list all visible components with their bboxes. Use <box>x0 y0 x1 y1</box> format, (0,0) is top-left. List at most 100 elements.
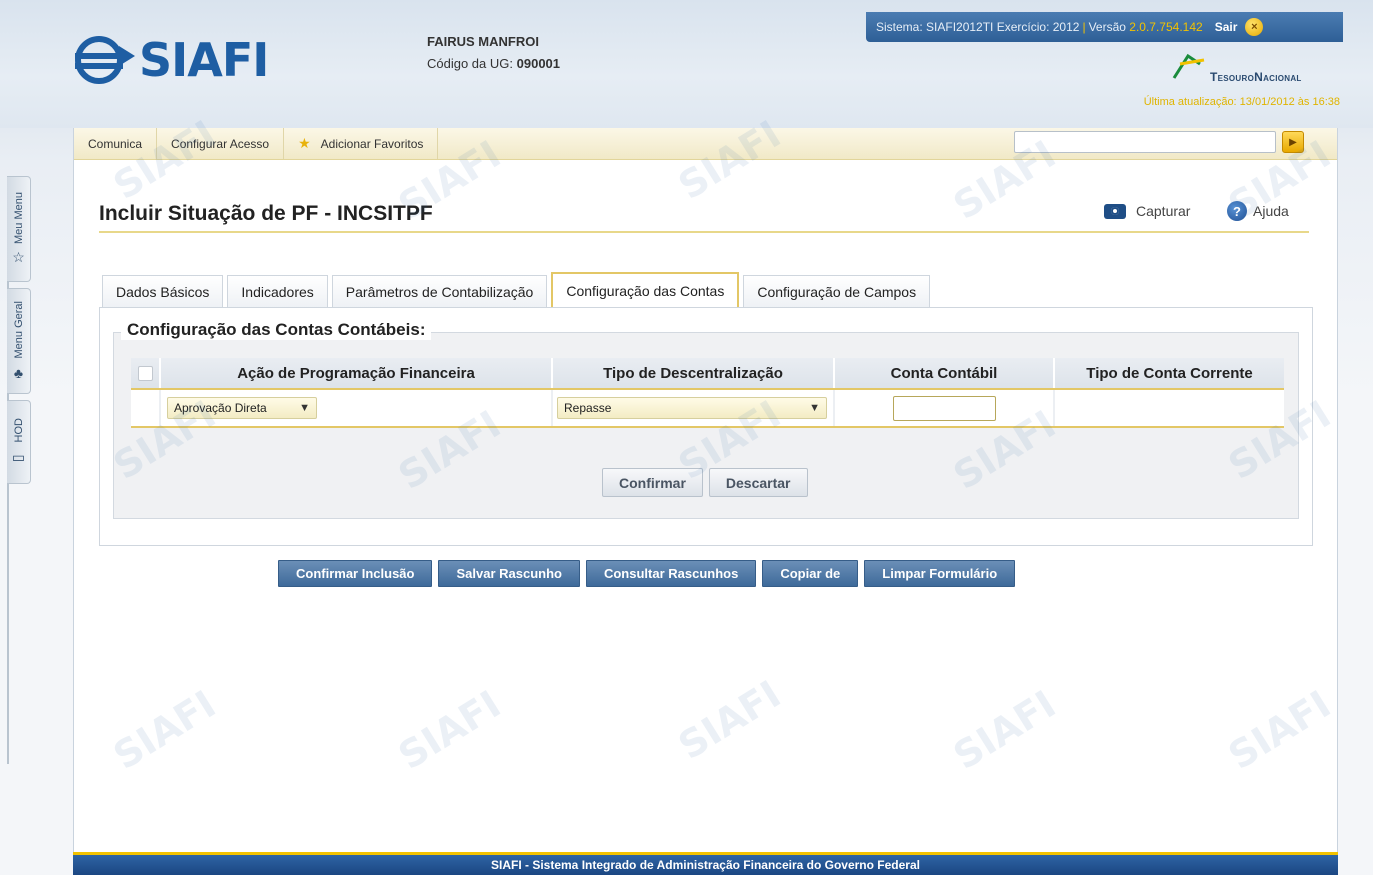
tab-label: Indicadores <box>241 284 314 300</box>
separator: | <box>1082 20 1086 34</box>
acao-dropdown[interactable]: Aprovação Direta ▼ <box>167 397 317 419</box>
help-icon: ? <box>1227 201 1247 221</box>
chevron-down-icon: ▼ <box>299 402 310 414</box>
confirm-inclusion-button[interactable]: Confirmar Inclusão <box>278 560 433 587</box>
watermark: SIAFI <box>670 671 789 769</box>
side-tab-label: Menu Geral <box>12 301 25 359</box>
tipo-dropdown[interactable]: Repasse ▼ <box>557 397 827 419</box>
fieldset-legend: Configuração das Contas Contábeis: <box>121 320 432 340</box>
capture-label: Capturar <box>1136 203 1191 219</box>
accounts-grid: Ação de Programação Financeira Tipo de D… <box>131 358 1284 428</box>
system-bar: Sistema: SIAFI2012TI Exercício: 2012 | V… <box>866 12 1343 42</box>
select-all-checkbox[interactable] <box>137 365 153 381</box>
acao-cell: Aprovação Direta ▼ <box>161 390 553 426</box>
tab-dados-basicos[interactable]: Dados Básicos <box>102 275 224 308</box>
main-content: Comunica Configurar Acesso ★ Adicionar F… <box>73 112 1339 852</box>
discard-button[interactable]: Descartar <box>708 468 808 497</box>
watermark: SIAFI <box>945 681 1064 779</box>
column-header: Tipo de Descentralização <box>553 358 835 388</box>
save-draft-button[interactable]: Salvar Rascunho <box>438 560 580 587</box>
side-tab-meu-menu[interactable]: Meu Menu ☆ <box>7 176 31 282</box>
copy-from-button[interactable]: Copiar de <box>762 560 859 587</box>
side-tabs: Meu Menu ☆ Menu Geral ♣ HOD ▭ <box>7 176 31 490</box>
exercicio-label: Exercício: 2012 <box>996 20 1080 34</box>
user-info: FAIRUS MANFROI Código da UG: 090001 <box>427 34 560 71</box>
siafi-logo: SIAFI <box>75 33 269 87</box>
siafi-logo-icon <box>75 36 135 84</box>
tesouro-nacional-logo: TesouroNacional <box>1170 52 1338 84</box>
tab-configuracao-campos[interactable]: Configuração de Campos <box>743 275 931 308</box>
footer: SIAFI - Sistema Integrado de Administraç… <box>73 852 1338 875</box>
tab-parametros-contabilizacao[interactable]: Parâmetros de Contabilização <box>331 275 548 308</box>
help-button[interactable]: ? Ajuda <box>1227 201 1289 221</box>
tipo-dropdown-value: Repasse <box>564 401 612 415</box>
toolbar-adicionar-favoritos[interactable]: ★ Adicionar Favoritos <box>284 128 439 159</box>
user-name: FAIRUS MANFROI <box>427 34 539 49</box>
star-outline-icon: ☆ <box>12 249 25 266</box>
logout-button[interactable]: Sair <box>1215 20 1238 34</box>
table-row: Aprovação Direta ▼ Repasse ▼ <box>131 390 1284 428</box>
toolbar-adicionar-favoritos-label: Adicionar Favoritos <box>320 136 424 151</box>
grid-header: Ação de Programação Financeira Tipo de D… <box>131 358 1284 390</box>
title-divider <box>99 231 1309 233</box>
help-label: Ajuda <box>1253 203 1289 219</box>
tab-bar: Dados Básicos Indicadores Parâmetros de … <box>102 272 934 308</box>
search-go-button[interactable]: ▶ <box>1282 131 1304 153</box>
ug-info: Código da UG: 090001 <box>427 56 560 71</box>
tree-icon: ♣ <box>13 364 24 381</box>
tab-configuracao-contas[interactable]: Configuração das Contas <box>551 272 740 308</box>
side-tab-label: Meu Menu <box>12 191 25 244</box>
toolbar-comunica[interactable]: Comunica <box>74 128 158 159</box>
toolbar-comunica-label: Comunica <box>88 136 143 151</box>
tab-panel: Ação de Programação Financeira Tipo de D… <box>99 307 1313 546</box>
system-label: Sistema: SIAFI2012TI <box>876 20 994 34</box>
column-header: Ação de Programação Financeira <box>161 358 553 388</box>
side-tab-label: HOD <box>12 418 25 443</box>
side-tab-menu-geral[interactable]: Menu Geral ♣ <box>7 288 31 394</box>
star-icon: ★ <box>298 135 311 151</box>
toolbar-configurar-acesso[interactable]: Configurar Acesso <box>157 128 285 159</box>
tipo-cell: Repasse ▼ <box>553 390 835 426</box>
clear-form-button[interactable]: Limpar Formulário <box>864 560 1016 587</box>
conta-cell <box>835 390 1055 426</box>
tab-label: Parâmetros de Contabilização <box>345 284 534 300</box>
camera-icon <box>1104 203 1126 219</box>
toolbar-configurar-acesso-label: Configurar Acesso <box>171 136 270 151</box>
tipo-conta-corrente-cell <box>1055 390 1284 426</box>
action-buttons: Confirmar Inclusão Salvar Rascunho Consu… <box>278 560 1021 587</box>
select-all-cell <box>131 358 161 388</box>
tab-label: Configuração de Campos <box>757 284 917 300</box>
monitor-icon: ▭ <box>11 448 26 465</box>
watermark: SIAFI <box>105 681 224 779</box>
ug-label: Código da UG: <box>427 56 513 71</box>
side-tab-hod[interactable]: HOD ▭ <box>7 400 31 484</box>
tesouro-label: TesouroNacional <box>1210 70 1302 84</box>
chevron-down-icon: ▼ <box>809 402 820 414</box>
capture-button[interactable]: Capturar <box>1104 203 1190 219</box>
confirm-button[interactable]: Confirmar <box>602 468 703 497</box>
close-icon[interactable]: × <box>1245 18 1264 36</box>
tab-indicadores[interactable]: Indicadores <box>227 275 328 308</box>
watermark: SIAFI <box>390 681 509 779</box>
row-checkbox-cell <box>131 390 161 426</box>
header: SIAFI FAIRUS MANFROI Código da UG: 09000… <box>0 0 1373 128</box>
view-drafts-button[interactable]: Consultar Rascunhos <box>585 560 757 587</box>
column-header: Conta Contábil <box>835 358 1055 388</box>
conta-contabil-input[interactable] <box>892 395 996 421</box>
accounts-fieldset: Ação de Programação Financeira Tipo de D… <box>113 332 1299 519</box>
last-update: Última atualização: 13/01/2012 às 16:38 <box>1143 96 1340 108</box>
search-input[interactable] <box>1014 131 1276 153</box>
tab-label: Configuração das Contas <box>566 283 725 299</box>
versao-value: 2.0.7.754.142 <box>1129 20 1203 34</box>
acao-dropdown-value: Aprovação Direta <box>174 401 267 415</box>
ug-value: 090001 <box>516 56 561 71</box>
column-header: Tipo de Conta Corrente <box>1086 364 1253 382</box>
watermark: SIAFI <box>1220 681 1339 779</box>
siafi-logo-text: SIAFI <box>139 33 269 87</box>
tesouro-star-icon <box>1172 53 1205 79</box>
panel-buttons: Confirmar Descartar <box>602 468 814 497</box>
toolbar: Comunica Configurar Acesso ★ Adicionar F… <box>74 128 1337 160</box>
page-title: Incluir Situação de PF - INCSITPF <box>99 202 433 225</box>
tab-label: Dados Básicos <box>116 284 210 300</box>
versao-label: Versão <box>1088 20 1126 34</box>
